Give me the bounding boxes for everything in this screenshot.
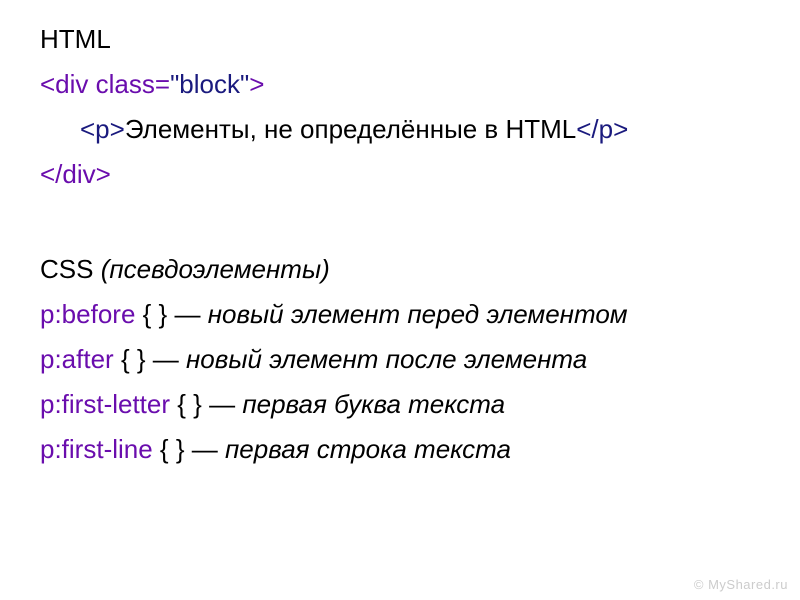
css-title-line: CSS (псевдоэлементы): [40, 250, 760, 289]
selector-first-letter: p:first-letter: [40, 389, 170, 419]
dash-1: —: [153, 344, 186, 374]
section-spacer: [40, 200, 760, 250]
html-code-line-2: <p>Элементы, не определённые в HTML</p>: [40, 110, 760, 149]
css-rule-first-line: p:first-line { } — первая строка текста: [40, 430, 760, 469]
braces-3: { }: [153, 434, 192, 464]
css-title: CSS: [40, 254, 101, 284]
html-code-line-1: <div class="block">: [40, 65, 760, 104]
tag-close-div: >: [249, 69, 264, 99]
tag-close-p: </p>: [576, 114, 628, 144]
desc-before: новый элемент перед элементом: [208, 299, 628, 329]
dash-0: —: [174, 299, 207, 329]
html-code-line-3: </div>: [40, 155, 760, 194]
html-text-content: Элементы, не определённые в HTML: [125, 114, 576, 144]
desc-first-line: первая строка текста: [225, 434, 511, 464]
tag-attr-block: "block": [170, 69, 249, 99]
css-rule-after: p:after { } — новый элемент после элемен…: [40, 340, 760, 379]
css-rule-before: p:before { } — новый элемент перед элеме…: [40, 295, 760, 334]
watermark: © MyShared.ru: [694, 577, 788, 592]
desc-after: новый элемент после элемента: [186, 344, 587, 374]
tag-open-div: <div class=: [40, 69, 170, 99]
selector-after: p:after: [40, 344, 114, 374]
selector-first-line: p:first-line: [40, 434, 153, 464]
selector-before: p:before: [40, 299, 135, 329]
css-subtitle: (псевдоэлементы): [101, 254, 330, 284]
desc-first-letter: первая буква текста: [242, 389, 505, 419]
html-title: HTML: [40, 20, 760, 59]
tag-open-p: <p>: [80, 114, 125, 144]
braces-1: { }: [114, 344, 153, 374]
dash-2: —: [209, 389, 242, 419]
dash-3: —: [192, 434, 225, 464]
css-rule-first-letter: p:first-letter { } — первая буква текста: [40, 385, 760, 424]
braces-2: { }: [170, 389, 209, 419]
braces-0: { }: [135, 299, 174, 329]
